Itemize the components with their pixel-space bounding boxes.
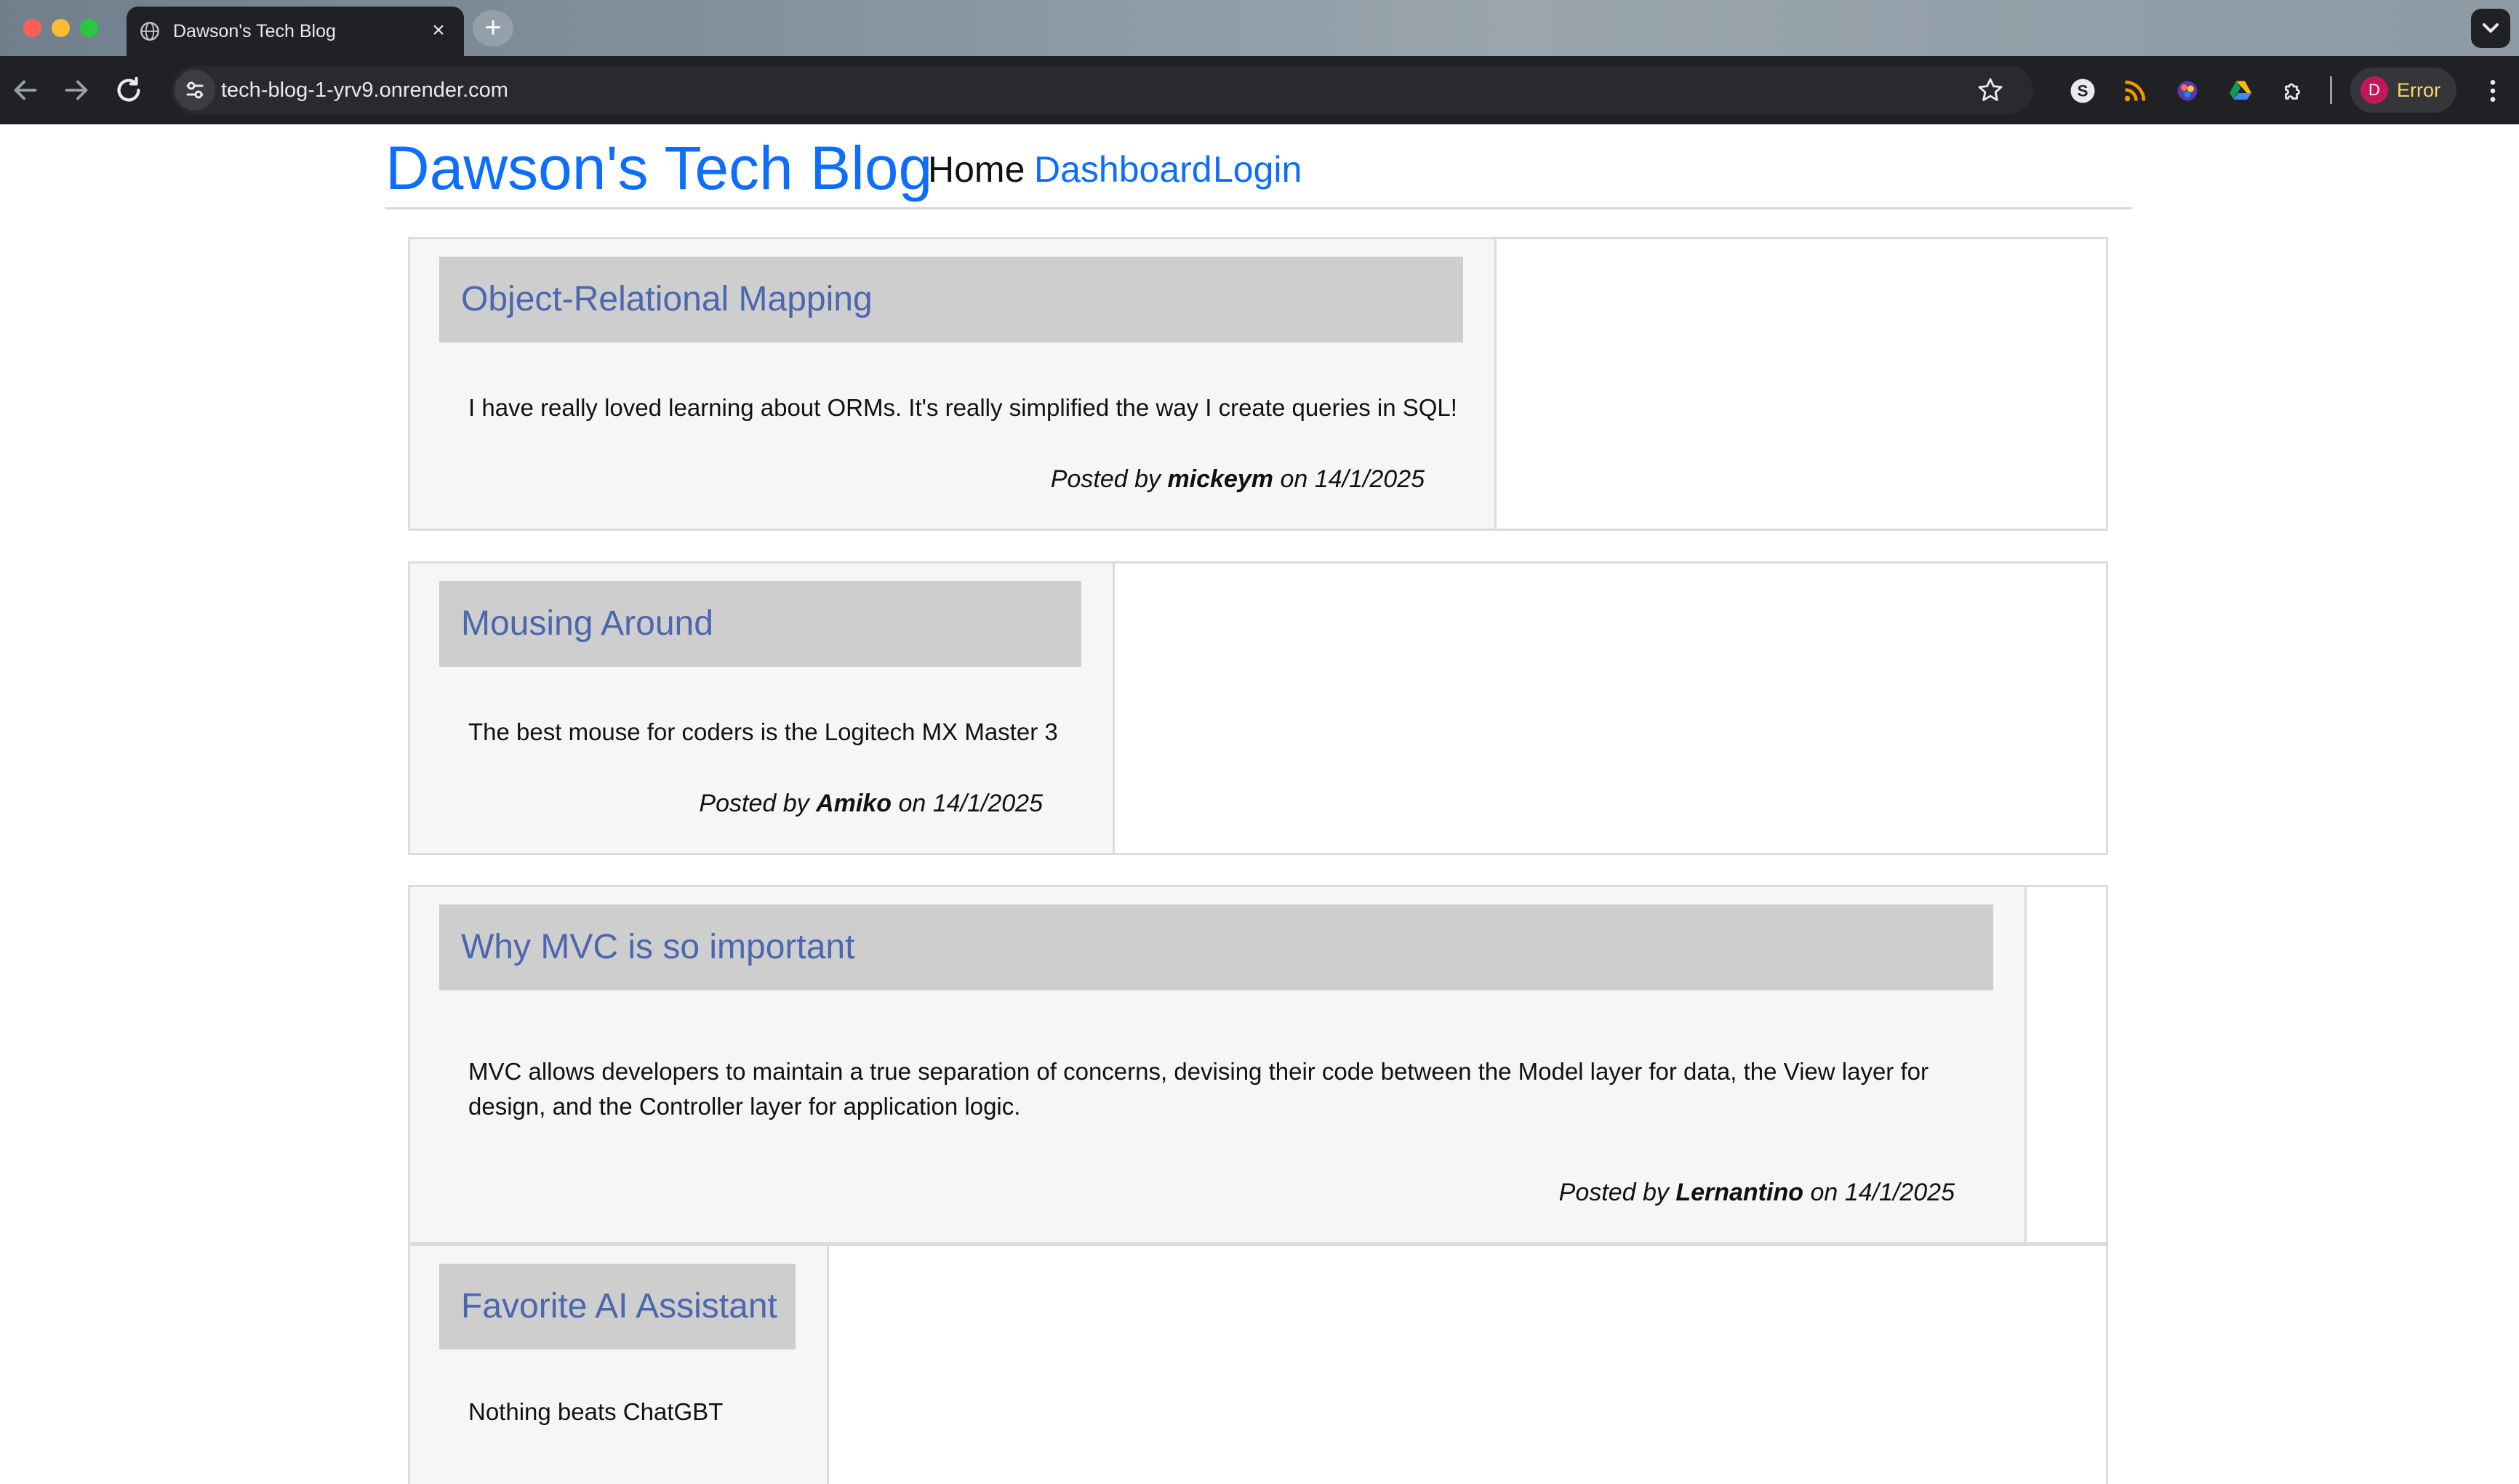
post-author: Lernantino [1675,1179,1803,1206]
profile-button[interactable]: D Error [2350,68,2456,113]
reload-icon[interactable] [112,73,145,107]
post-row: Favorite AI Assistant Nothing beats Chat… [408,1244,2108,1484]
site-title[interactable]: Dawson's Tech Blog [385,135,932,201]
post-on-word: on [898,790,926,817]
profile-status-label: Error [2397,79,2440,101]
post-card[interactable]: Object-Relational Mapping I have really … [410,239,1497,529]
post-content: The best mouse for coders is the Logitec… [468,718,1058,745]
post-date: 14/1/2025 [1314,465,1425,493]
post-title[interactable]: Why MVC is so important [461,926,854,968]
address-bar[interactable]: tech-blog-1-yrv9.onrender.com [172,66,2033,114]
post-on-word: on [1810,1179,1838,1206]
post-card[interactable]: Why MVC is so important MVC allows devel… [410,887,2027,1242]
site-header: Dawson's Tech Blog Home Dashboard Login [385,124,2132,209]
post-title[interactable]: Object-Relational Mapping [461,278,873,321]
posted-by-prefix: Posted by [1558,1179,1669,1206]
chevron-down-icon [2483,23,2499,33]
post-author: Amiko [816,790,892,817]
post-author: mickeym [1167,465,1273,493]
close-window-button[interactable] [23,19,41,37]
post-row: Why MVC is so important MVC allows devel… [408,885,2108,1244]
nav-home-link[interactable]: Home [928,148,1025,191]
forward-arrow-icon[interactable] [60,73,93,107]
tab-close-icon[interactable]: × [426,18,451,43]
puzzle-extensions-icon[interactable] [2280,78,2307,104]
nav-login-link[interactable]: Login [1213,148,1302,191]
toolbar-divider [2330,76,2332,104]
post-meta: Posted by mickeym on 14/1/2025 [1051,463,1425,495]
back-arrow-icon[interactable] [9,73,42,107]
post-content: MVC allows developers to maintain a true… [468,1058,1929,1120]
avatar: D [2360,76,2388,104]
svg-text:S: S [2077,82,2088,100]
post-title[interactable]: Favorite AI Assistant [461,1286,777,1328]
posted-by-prefix: Posted by [699,790,809,817]
post-title-box: Why MVC is so important [439,905,1993,990]
more-menu-icon[interactable] [2478,75,2507,107]
url-text[interactable]: tech-blog-1-yrv9.onrender.com [221,79,508,102]
post-date: 14/1/2025 [1844,1179,1955,1206]
browser-tab-bar: Dawson's Tech Blog × + [0,0,2519,56]
tune-icon [186,81,204,99]
google-drive-icon[interactable] [2227,78,2254,104]
post-row: Mousing Around The best mouse for coders… [408,561,2108,855]
extension-s-icon[interactable]: S [2070,78,2096,104]
new-tab-button[interactable]: + [473,10,513,47]
color-picker-extension-icon[interactable] [2174,78,2200,104]
post-date: 14/1/2025 [932,790,1043,817]
rss-feed-icon[interactable] [2122,78,2148,104]
posted-by-prefix: Posted by [1050,465,1161,493]
post-card[interactable]: Mousing Around The best mouse for coders… [410,563,1115,853]
minimize-window-button[interactable] [52,19,70,37]
nav-dashboard-link[interactable]: Dashboard [1034,148,1212,191]
post-title-box: Favorite AI Assistant [439,1264,796,1349]
tab-title: Dawson's Tech Blog [173,21,336,41]
post-meta: Posted by Amiko on 14/1/2025 [699,787,1043,819]
maximize-window-button[interactable] [80,19,98,37]
post-card[interactable]: Favorite AI Assistant Nothing beats Chat… [410,1246,829,1484]
bookmark-star-icon[interactable] [1977,76,2004,104]
post-row: Object-Relational Mapping I have really … [408,237,2108,531]
post-title-box: Object-Relational Mapping [439,257,1463,342]
site-info-button[interactable] [175,70,215,111]
page-content: Dawson's Tech Blog Home Dashboard Login … [0,124,2519,1484]
post-content: Nothing beats ChatGBT [468,1398,724,1425]
tab-search-button[interactable] [2471,9,2510,48]
globe-icon [140,22,159,41]
browser-toolbar: tech-blog-1-yrv9.onrender.com S D Error [0,56,2519,124]
active-tab[interactable]: Dawson's Tech Blog × [127,7,464,56]
post-meta: Posted by Lernantino on 14/1/2025 [1559,1176,1955,1208]
post-on-word: on [1280,465,1308,493]
post-title-box: Mousing Around [439,581,1081,667]
post-title[interactable]: Mousing Around [461,603,713,645]
post-content: I have really loved learning about ORMs.… [468,394,1457,421]
